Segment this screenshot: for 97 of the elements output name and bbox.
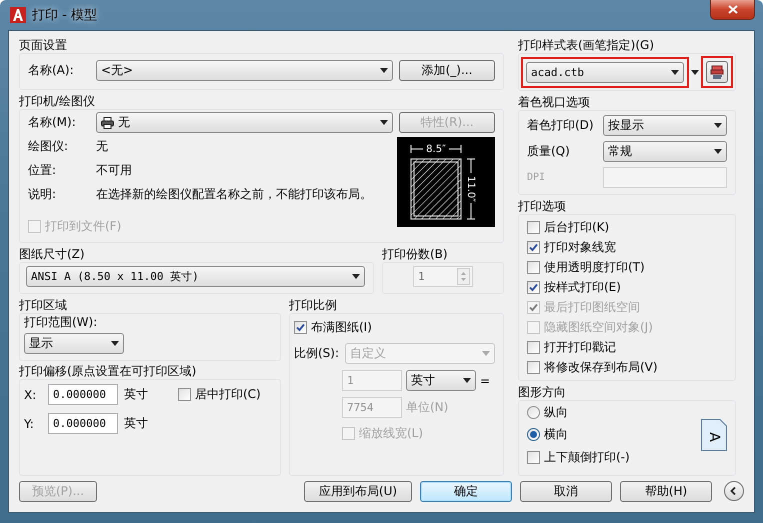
caret-icon [380, 68, 388, 73]
radio-option[interactable]: 横向 [527, 425, 677, 443]
checkbox[interactable]: 上下颠倒打印(-) [527, 447, 677, 467]
caret-icon [380, 120, 388, 125]
caret-icon [691, 70, 699, 74]
field-label: 质量(Q) [527, 143, 571, 160]
checkmark-icon [529, 243, 538, 252]
field-label: 名称(A): [28, 62, 75, 79]
group-title: 页面设置 [19, 37, 67, 53]
caret-icon [714, 123, 722, 128]
radio-dot-icon [530, 430, 537, 438]
caret-icon [714, 149, 722, 154]
info-value: 不可用 [96, 162, 132, 178]
group-title: 打印选项 [518, 198, 566, 214]
chevron-left-icon [730, 487, 738, 495]
field-label: X: [24, 388, 38, 402]
dropdown[interactable]: 按显示 [603, 115, 727, 136]
checkbox-square[interactable] [527, 221, 540, 234]
field-label: 比例(S): [294, 345, 340, 362]
caret-icon [463, 378, 471, 383]
dialog-button[interactable]: 帮助(H) [620, 480, 712, 502]
checkmark-icon [529, 283, 538, 292]
field-label: 打印范围(W): [24, 314, 98, 331]
checkmark-icon [529, 303, 538, 312]
close-button[interactable] [710, 0, 755, 20]
caret-icon [111, 341, 119, 346]
radio-button[interactable] [527, 428, 540, 440]
add-button[interactable]: 添加(_)... [399, 60, 495, 81]
collapse-button[interactable] [724, 481, 744, 501]
radio-label: 横向 [544, 426, 568, 442]
page-orientation-icon: A [701, 419, 727, 451]
dropdown[interactable]: 无 [96, 112, 393, 133]
input-field[interactable] [603, 167, 727, 188]
unit-label: 英寸 [124, 386, 149, 403]
radio-option[interactable]: 纵向 [527, 403, 677, 421]
group-title: 打印份数(B) [382, 246, 448, 262]
info-label: 绘图仪: [28, 138, 70, 154]
dialog-button[interactable]: 取消 [520, 480, 612, 502]
caret-icon [352, 274, 360, 279]
field-label: Y: [24, 416, 35, 430]
info-label: 说明: [28, 186, 58, 202]
dropdown[interactable]: 英寸 [406, 370, 476, 391]
printer-stack-icon [710, 65, 724, 79]
group-title: 打印区域 [19, 297, 67, 313]
checkbox[interactable]: 按样式打印(E) [527, 278, 727, 297]
checkbox[interactable]: 使用透明度打印(T) [527, 258, 727, 277]
input-field[interactable]: 0.000000 [48, 384, 118, 405]
group-title: 打印样式表(画笔指定)(G) [518, 37, 654, 53]
dialog-button[interactable]: 应用到布局(U) [304, 480, 412, 502]
field-label: DPI [527, 172, 546, 183]
dropdown[interactable]: <无> [96, 60, 393, 81]
checkbox-square[interactable] [527, 241, 540, 254]
style-table-dropdown[interactable]: acad.ctb [526, 62, 684, 82]
field-label: 名称(M): [28, 114, 77, 131]
paper-preview-drawing: 8.5″ 11.0″ [397, 137, 495, 227]
checkbox-square[interactable] [294, 321, 307, 334]
edit-style-button[interactable] [706, 61, 728, 83]
group-title: 图形方向 [518, 384, 566, 400]
input-field[interactable]: 0.000000 [48, 413, 118, 434]
checkbox-square[interactable] [527, 261, 540, 274]
checkmark-icon [296, 323, 305, 332]
group-title: 打印偏移(原点设置在可打印区域) [19, 363, 196, 379]
info-value: 无 [96, 138, 108, 154]
group-title: 打印比例 [289, 297, 337, 313]
checkbox-square[interactable] [527, 341, 540, 354]
checkbox[interactable]: 居中打印(C) [178, 385, 261, 404]
spinner-arrows-icon [457, 268, 470, 285]
checkbox-square[interactable] [527, 281, 540, 294]
dialog-button[interactable]: 确定 [420, 480, 512, 502]
close-x-icon [728, 5, 738, 14]
checkbox[interactable]: 布满图纸(I) [294, 318, 495, 337]
dropdown[interactable]: 常规 [603, 141, 727, 162]
group-title: 图纸尺寸(Z) [19, 246, 85, 262]
window-title: 打印 - 模型 [32, 7, 97, 24]
checkbox[interactable]: 将修改保存到布局(V) [527, 358, 727, 377]
group-title: 着色视口选项 [518, 94, 590, 110]
info-value: 在选择新的绘图仪配置名称之前，不能打印该布局。 [96, 186, 372, 202]
dropdown[interactable]: 显示 [24, 333, 124, 354]
info-label: 位置: [28, 162, 58, 178]
radio-label: 纵向 [544, 404, 568, 420]
caret-icon [671, 70, 679, 74]
radio-button[interactable] [527, 406, 540, 418]
checkbox[interactable]: 打开打印戳记 [527, 338, 727, 357]
printer-icon [101, 116, 114, 128]
group-title: 打印机/绘图仪 [19, 93, 96, 109]
checkbox-square[interactable] [527, 450, 540, 464]
equals-sign: = [480, 374, 490, 388]
unit-label: 英寸 [124, 415, 148, 432]
unit-label: 单位(N) [406, 399, 448, 416]
field-label: 着色打印(D) [527, 117, 595, 134]
caret-icon [482, 351, 490, 356]
app-logo-icon [10, 7, 26, 23]
checkbox-square[interactable] [178, 388, 191, 401]
dropdown[interactable]: ANSI A (8.50 x 11.00 英寸) [26, 266, 365, 287]
checkbox[interactable]: 后台打印(K) [527, 218, 727, 237]
checkbox-square[interactable] [527, 361, 540, 374]
checkbox[interactable]: 打印对象线宽 [527, 238, 727, 257]
